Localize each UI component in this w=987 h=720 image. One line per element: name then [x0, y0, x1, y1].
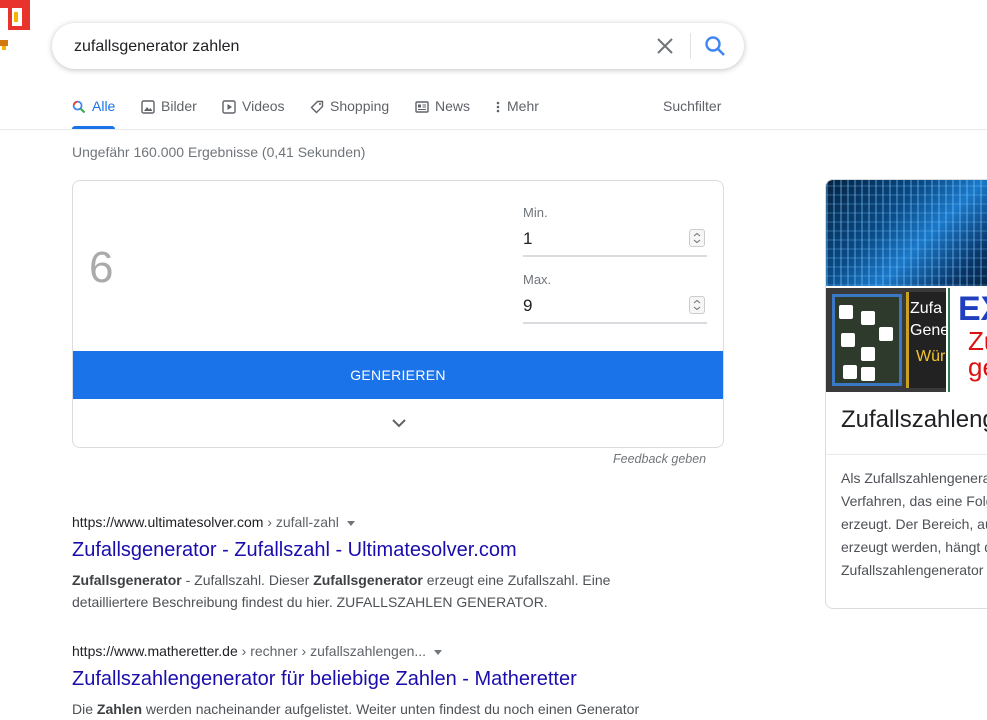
- max-label: Max.: [523, 272, 552, 287]
- tab-news[interactable]: News: [415, 98, 470, 128]
- more-vert-icon: [496, 101, 500, 113]
- max-spinner[interactable]: [689, 296, 705, 314]
- spinner-arrows-icon: [693, 232, 701, 244]
- tab-all[interactable]: Alle: [72, 98, 116, 129]
- clear-icon[interactable]: [652, 34, 678, 58]
- image-text: Wür: [916, 348, 946, 365]
- result-url[interactable]: https://www.matheretter.de › rechner › z…: [72, 643, 672, 659]
- caret-down-icon[interactable]: [434, 649, 443, 655]
- tools-button[interactable]: Suchfilter: [663, 98, 721, 128]
- knowledge-panel-divider: [826, 454, 987, 455]
- tag-icon: [310, 100, 324, 114]
- image-text: Zuge: [968, 326, 987, 382]
- tabs-divider: [0, 129, 987, 130]
- dice-image: [832, 294, 902, 386]
- result-path: › rechner › zufallszahlengen...: [237, 643, 427, 659]
- result-domain: https://www.ultimatesolver.com: [72, 514, 264, 530]
- image-text: EX: [958, 290, 987, 328]
- search-icon: [72, 100, 86, 114]
- min-input[interactable]: [523, 225, 673, 253]
- search-bar: [52, 23, 744, 71]
- min-field: [523, 225, 707, 257]
- feedback-link[interactable]: Feedback geben: [613, 452, 706, 466]
- tab-more[interactable]: Mehr: [495, 98, 539, 128]
- tab-label: News: [435, 98, 471, 114]
- min-label: Min.: [523, 205, 548, 220]
- knowledge-panel: ZufaGene Wür EX Zuge Zufallszahlengenera…: [825, 179, 987, 609]
- result-snippet: Die Zahlen werden nacheinander aufgelist…: [72, 701, 640, 717]
- search-result: https://www.matheretter.de › rechner › z…: [72, 643, 672, 720]
- knowledge-panel-description: Als Zufallszahlengenerator bezeichnet ma…: [841, 470, 987, 578]
- knowledge-panel-image[interactable]: [826, 180, 987, 286]
- search-bar-divider: [690, 33, 691, 59]
- tab-label: Alle: [92, 98, 116, 114]
- random-number-widget: 6 Min. Max. GENERIEREN: [72, 180, 724, 448]
- result-snippet: Zufallsgenerator - Zufallszahl. Dieser Z…: [72, 572, 611, 610]
- min-spinner[interactable]: [689, 229, 705, 247]
- tab-shopping[interactable]: Shopping: [310, 98, 389, 128]
- tab-label: Shopping: [330, 98, 390, 114]
- knowledge-panel-image[interactable]: EX Zuge: [948, 288, 987, 392]
- result-path: › zufall-zahl: [263, 514, 339, 530]
- caret-down-icon[interactable]: [346, 520, 355, 526]
- search-input[interactable]: [72, 23, 636, 71]
- tab-label: Videos: [242, 98, 285, 114]
- image-text: Zufa Gene: [910, 300, 946, 339]
- search-result: https://www.ultimatesolver.com › zufall-…: [72, 514, 672, 613]
- result-title[interactable]: Zufallsgenerator - Zufallszahl - Ultimat…: [72, 537, 672, 563]
- generated-number: 6: [89, 243, 114, 292]
- knowledge-panel-image[interactable]: Zufa Gene Wür: [826, 288, 946, 392]
- spinner-arrows-icon: [693, 299, 701, 311]
- search-icon[interactable]: [702, 33, 728, 59]
- result-title[interactable]: Zufallszahlengenerator für beliebige Zah…: [72, 666, 672, 692]
- play-icon: [222, 100, 236, 114]
- result-domain: https://www.matheretter.de: [72, 643, 238, 659]
- google-logo-fragment[interactable]: [0, 0, 30, 60]
- max-input[interactable]: [523, 292, 673, 320]
- chevron-down-icon[interactable]: [389, 415, 409, 431]
- binary-pattern: [826, 180, 987, 286]
- tab-label: Bilder: [161, 98, 197, 114]
- tab-images[interactable]: Bilder: [141, 98, 197, 128]
- tab-videos[interactable]: Videos: [222, 98, 285, 128]
- results-count: Ungefähr 160.000 Ergebnisse (0,41 Sekund…: [72, 144, 366, 160]
- image-icon: [141, 100, 155, 114]
- news-icon: [415, 101, 429, 113]
- tools-label: Suchfilter: [663, 98, 722, 114]
- knowledge-panel-title: Zufallszahlengenerator: [841, 406, 987, 433]
- tab-label: Mehr: [507, 98, 539, 114]
- result-url[interactable]: https://www.ultimatesolver.com › zufall-…: [72, 514, 672, 530]
- max-field: [523, 292, 707, 324]
- generate-button[interactable]: GENERIEREN: [73, 351, 723, 399]
